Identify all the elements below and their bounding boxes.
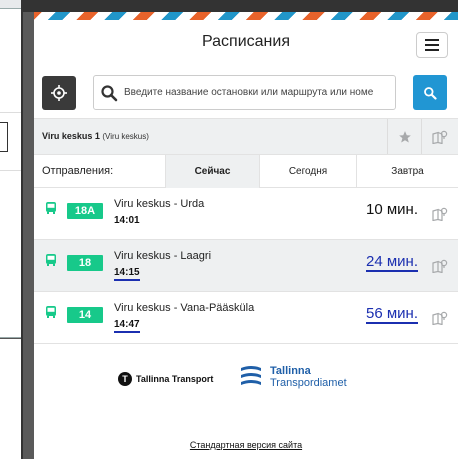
map-pin-icon <box>431 259 447 273</box>
departure-time: 14:47 <box>114 319 140 333</box>
tab-tomorrow[interactable]: Завтра <box>356 155 458 188</box>
route-name: Viru keskus - Urda <box>114 198 205 210</box>
ta-logo-line2: Transpordiamet <box>270 377 347 389</box>
departure-time: 14:01 <box>114 215 140 226</box>
app-screen: Расписания Введите название остановки ил… <box>34 12 458 459</box>
waves-logo-icon <box>241 366 261 385</box>
departure-map-button[interactable] <box>421 240 458 292</box>
tallinna-transport-logo[interactable]: T Tallinna Transport <box>118 372 213 386</box>
hamburger-icon <box>425 49 439 51</box>
app-header: Расписания <box>34 20 458 60</box>
tt-logo-icon: T <box>118 372 132 386</box>
locate-button[interactable] <box>42 76 76 110</box>
stop-bar: Viru keskus 1 (Viru keskus) <box>34 118 458 155</box>
departure-map-button[interactable] <box>421 292 458 344</box>
transpordiamet-logo[interactable]: Tallinna Transpordiamet <box>240 364 347 390</box>
magnifier-icon <box>424 86 437 100</box>
partner-logos: T Tallinna Transport Tallinna Transpordi… <box>34 344 458 418</box>
route-name: Viru keskus - Laagri <box>114 250 212 262</box>
background-input-fragment <box>0 122 8 152</box>
crosshair-icon <box>51 85 67 101</box>
stop-map-button[interactable] <box>421 119 458 154</box>
menu-button[interactable] <box>416 32 448 58</box>
star-icon <box>398 130 411 143</box>
wait-time: 24 мин. <box>366 253 418 272</box>
departures-list: 18A Viru keskus - Urda 14:01 10 мин. 18 <box>34 188 458 344</box>
page-title: Расписания <box>202 33 290 50</box>
search-box <box>93 75 396 110</box>
magnifier-icon <box>100 84 118 102</box>
hamburger-icon <box>425 39 439 41</box>
departure-row[interactable]: 14 Viru keskus - Vana-Pääsküla 14:47 56 … <box>34 292 458 344</box>
departure-time: 14:15 <box>114 267 140 281</box>
route-name: Viru keskus - Vana-Pääsküla <box>114 302 255 314</box>
search-input[interactable] <box>124 76 392 109</box>
departures-label: Отправления: <box>42 165 114 177</box>
ta-logo-line1: Tallinna <box>270 365 311 377</box>
bus-icon <box>46 306 56 318</box>
map-pin-icon <box>431 311 447 325</box>
route-badge: 18 <box>67 255 103 271</box>
wait-time: 56 мин. <box>366 305 418 324</box>
favorite-button[interactable] <box>387 119 421 154</box>
device-frame-top <box>21 0 458 12</box>
departure-map-button[interactable] <box>421 188 458 240</box>
stop-title: Viru keskus 1 (Viru keskus) <box>42 131 149 141</box>
wait-time: 10 мин. <box>366 201 418 218</box>
hamburger-icon <box>425 44 439 46</box>
bus-icon <box>46 254 56 266</box>
tt-logo-text: Tallinna Transport <box>136 374 214 384</box>
departure-row[interactable]: 18A Viru keskus - Urda 14:01 10 мин. <box>34 188 458 240</box>
route-badge: 14 <box>67 307 103 323</box>
route-badge: 18A <box>67 203 103 219</box>
departure-row[interactable]: 18 Viru keskus - Laagri 14:15 24 мин. <box>34 240 458 292</box>
airmail-stripe <box>34 12 458 20</box>
ta-logo-text: Tallinna Transpordiamet <box>270 365 347 389</box>
search-row <box>34 60 458 118</box>
map-pin-icon <box>431 207 447 221</box>
stop-name: Viru keskus 1 <box>42 131 100 141</box>
standard-version-link[interactable]: Стандартная версия сайта <box>34 440 458 450</box>
map-pin-icon <box>432 130 448 144</box>
tab-now[interactable]: Сейчас <box>165 155 260 188</box>
search-button[interactable] <box>413 75 447 110</box>
stop-alias: (Viru keskus) <box>102 132 149 141</box>
bus-icon <box>46 202 56 214</box>
departures-header: Отправления: Сейчас Сегодня Завтра <box>34 155 458 188</box>
tab-today[interactable]: Сегодня <box>260 155 356 188</box>
